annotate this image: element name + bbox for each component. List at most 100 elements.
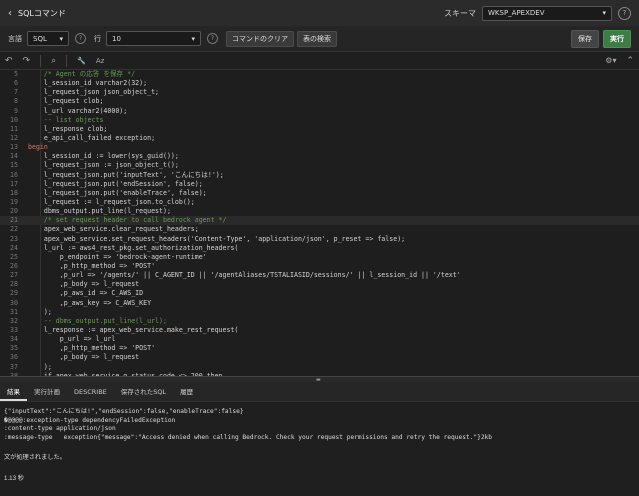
clear-command-button[interactable]: コマンドのクリア (226, 30, 294, 47)
search-icon[interactable]: ⌕ (51, 56, 56, 66)
wrench-icon[interactable]: 🔧 (77, 57, 86, 65)
line-number: 36 (10, 353, 18, 362)
code-text: begin (28, 143, 48, 152)
code-text: ); (28, 362, 52, 371)
line-number: 32 (10, 316, 18, 325)
title-bar: ‹ SQLコマンド スキーマ WKSP_APEXDEV ▾ ? (0, 0, 639, 26)
code-line[interactable]: 15 l_request_json := json_object_t(); (0, 161, 639, 170)
code-text: ,p_http_method => 'POST' (28, 344, 156, 353)
code-line[interactable]: 27 ,p_url => '/agents/' || C_AGENT_ID ||… (0, 271, 639, 280)
code-line[interactable]: 32 -- dbms_output.put_line(l_url); (0, 317, 639, 326)
code-line[interactable]: 9 l_url varchar2(4000); (0, 107, 639, 116)
tab-0[interactable]: 結果 (0, 382, 27, 401)
code-line[interactable]: 26 ,p_http_method => 'POST' (0, 262, 639, 271)
code-line[interactable]: 7 l_request_json json_object_t; (0, 88, 639, 97)
code-text: l_url := aws4_rest_pkg.set_authorization… (28, 243, 239, 252)
code-line[interactable]: 10 -- list objects (0, 116, 639, 125)
code-line[interactable]: 24 l_url := aws4_rest_pkg.set_authorizat… (0, 244, 639, 253)
undo-icon[interactable]: ↶ (5, 56, 13, 66)
redo-icon[interactable]: ↷ (23, 56, 31, 66)
code-line[interactable]: 8 l_request clob; (0, 97, 639, 106)
line-number: 18 (10, 188, 18, 197)
app-window: ‹ SQLコマンド スキーマ WKSP_APEXDEV ▾ ? 言語 SQL ▾… (0, 0, 639, 496)
code-text: ,p_http_method => 'POST' (28, 261, 156, 270)
rows-select[interactable]: 10 ▾ (106, 31, 201, 46)
line-number: 5 (14, 70, 18, 78)
code-line[interactable]: 30 ,p_aws_key => C_AWS_KEY (0, 299, 639, 308)
help-icon[interactable]: ? (75, 33, 86, 44)
code-text: -- dbms_output.put_line(l_url); (28, 316, 167, 325)
code-line[interactable]: 18 l_request_json.put('enableTrace', fal… (0, 189, 639, 198)
results-panel: {"inputText":"こんにちは!","endSession":false… (0, 402, 639, 496)
tab-4[interactable]: 履歴 (173, 382, 200, 401)
run-button[interactable]: 実行 (603, 29, 631, 48)
collapse-icon[interactable]: ⌃ (626, 56, 634, 66)
code-line[interactable]: 25 p_endpoint => 'bedrock-agent-runtime' (0, 253, 639, 262)
code-line[interactable]: 34 p_url => l_url (0, 335, 639, 344)
code-line[interactable]: 11 l_response clob; (0, 125, 639, 134)
page-title: SQLコマンド (18, 8, 66, 18)
editor-toolbar: ↶ ↷ ⌕ 🔧 Aᴢ ⚙▾ ⌃ (0, 52, 639, 70)
line-number: 16 (10, 170, 18, 179)
line-number: 27 (10, 271, 18, 280)
rows-value: 10 (112, 34, 121, 43)
code-line[interactable]: 23 apex_web_service.set_request_headers(… (0, 235, 639, 244)
result-tabs: 結果 実行計画 DESCRIBE 保存されたSQL 履歴 (0, 382, 639, 402)
code-line[interactable]: 35 ,p_http_method => 'POST' (0, 344, 639, 353)
code-line[interactable]: 21 /* set request header to call bedrock… (0, 216, 639, 226)
code-text: l_response := apex_web_service.make_rest… (28, 325, 239, 334)
schema-select[interactable]: WKSP_APEXDEV ▾ (482, 5, 612, 21)
line-number: 31 (10, 307, 18, 316)
code-line[interactable]: 33 l_response := apex_web_service.make_r… (0, 326, 639, 335)
command-toolbar: 言語 SQL ▾ ? 行 10 ▾ ? コマンドのクリア 表の検索 保存 実行 (0, 26, 639, 52)
code-line[interactable]: 12 e_api_call_failed exception; (0, 134, 639, 143)
code-text: e_api_call_failed exception; (28, 133, 156, 142)
code-line[interactable]: 17 l_request_json.put('endSession', fals… (0, 180, 639, 189)
code-line[interactable]: 31 ); (0, 308, 639, 317)
line-number: 8 (14, 97, 18, 106)
code-text: p_endpoint => 'bedrock-agent-runtime' (28, 252, 207, 261)
schema-label: スキーマ (444, 8, 476, 18)
language-select[interactable]: SQL ▾ (27, 31, 69, 46)
code-line[interactable]: 19 l_request := l_request_json.to_clob()… (0, 198, 639, 207)
code-text: ,p_aws_key => C_AWS_KEY (28, 298, 152, 307)
code-line[interactable]: 28 ,p_body => l_request (0, 280, 639, 289)
line-number: 11 (10, 124, 18, 133)
code-line[interactable]: 5 /* Agent の応答 を保存 */ (0, 70, 639, 79)
help-icon[interactable]: ? (618, 6, 631, 20)
code-line[interactable]: 13 begin (0, 143, 639, 152)
tab-1[interactable]: 実行計画 (27, 382, 67, 401)
tab-2[interactable]: DESCRIBE (67, 382, 114, 401)
line-number: 17 (10, 179, 18, 188)
output-line: :message-type exception{"message":"Acces… (4, 433, 492, 441)
line-number: 25 (10, 252, 18, 261)
output-line: :content-type application/json (4, 425, 116, 432)
line-number: 33 (10, 325, 18, 334)
line-number: 15 (10, 161, 18, 170)
schema-value: WKSP_APEXDEV (488, 9, 545, 17)
code-line[interactable]: 29 ,p_aws_id => C_AWS_ID (0, 289, 639, 298)
gear-icon[interactable]: ⚙▾ (605, 56, 616, 65)
code-line[interactable]: 22 apex_web_service.clear_request_header… (0, 225, 639, 234)
code-text: -- list objects (28, 115, 104, 124)
code-text: dbms_output.put_line(l_request); (28, 207, 171, 216)
find-table-button[interactable]: 表の検索 (297, 30, 337, 47)
save-button[interactable]: 保存 (571, 29, 599, 48)
back-icon[interactable]: ‹ (8, 8, 12, 19)
tab-3[interactable]: 保存されたSQL (114, 382, 173, 401)
code-text: l_session_id := lower(sys_guid()); (28, 152, 179, 161)
code-text: l_request_json.put('inputText', 'こんにちは!'… (28, 170, 224, 179)
code-text: l_session_id varchar2(32); (28, 79, 148, 88)
code-line[interactable]: 36 ,p_body => l_request (0, 353, 639, 362)
code-editor[interactable]: 5 /* Agent の応答 を保存 */6 l_session_id varc… (0, 70, 639, 376)
code-line[interactable]: 14 l_session_id := lower(sys_guid()); (0, 152, 639, 161)
code-line[interactable]: 20 dbms_output.put_line(l_request); (0, 207, 639, 216)
divider (66, 54, 68, 67)
code-line[interactable]: 6 l_session_id varchar2(32); (0, 79, 639, 88)
case-icon[interactable]: Aᴢ (96, 57, 104, 65)
line-number: 19 (10, 197, 18, 206)
code-line[interactable]: 37 ); (0, 363, 639, 372)
code-line[interactable]: 16 l_request_json.put('inputText', 'こんにち… (0, 171, 639, 180)
help-icon[interactable]: ? (207, 33, 218, 44)
line-number: 22 (10, 225, 18, 234)
